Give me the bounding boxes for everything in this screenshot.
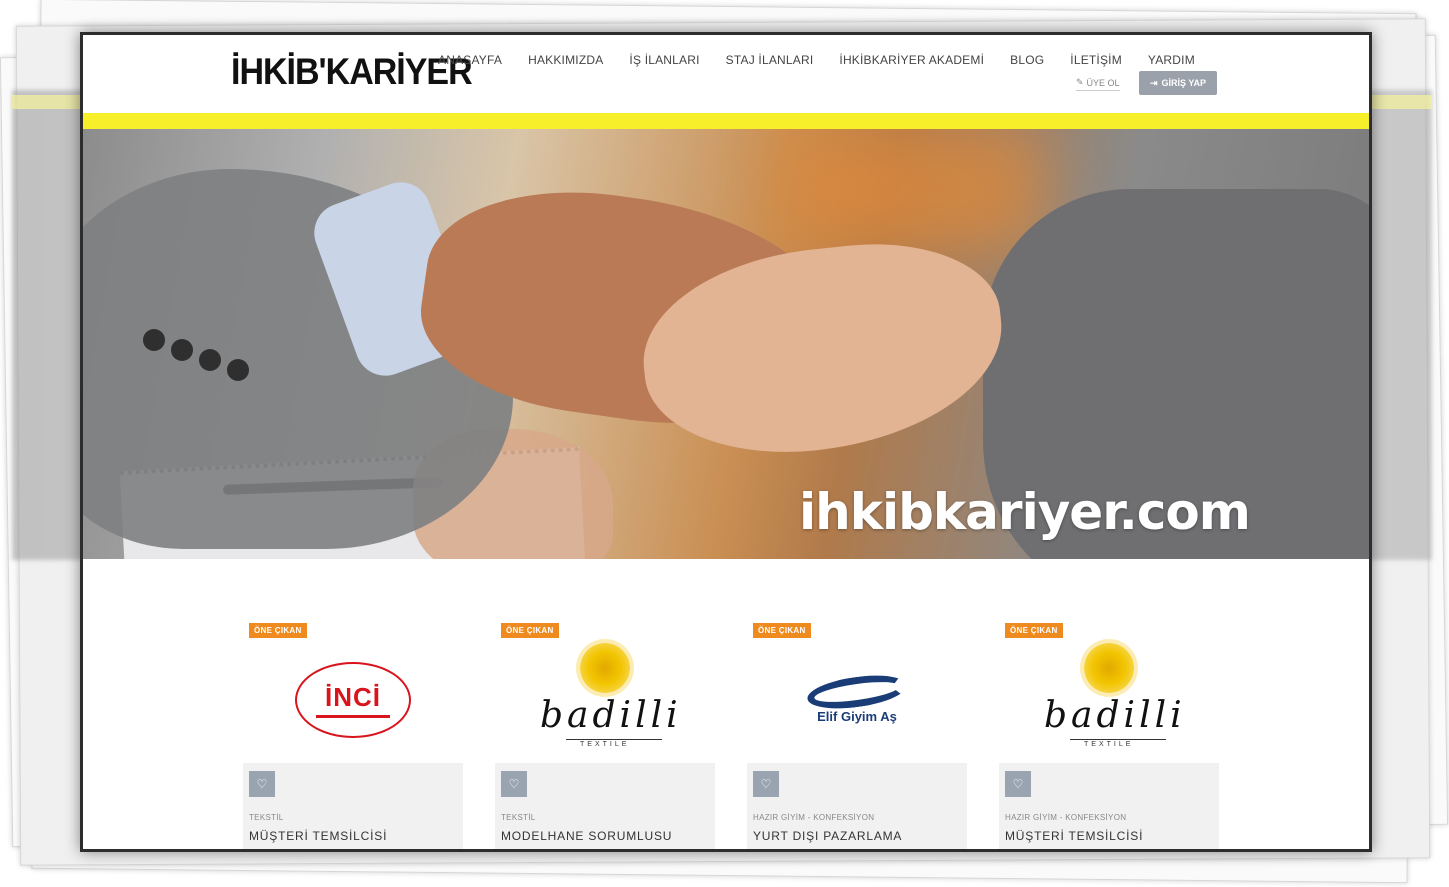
favorite-icon[interactable]: ♡ bbox=[1005, 771, 1031, 797]
login-label: GİRİŞ YAP bbox=[1161, 78, 1207, 88]
badilli-logo-text: badilli bbox=[1044, 695, 1186, 736]
inci-logo: İNCİ bbox=[295, 662, 411, 738]
badilli-logo: badilli TEXTILE bbox=[530, 641, 680, 759]
elif-giyim-logo: Elif Giyim Aş bbox=[805, 669, 909, 724]
nav-item-akademi[interactable]: İHKİBKARİYER AKADEMİ bbox=[839, 53, 984, 67]
inci-logo-text: İNCİ bbox=[325, 682, 381, 712]
elif-logo-text: Elif Giyim Aş bbox=[817, 708, 897, 724]
logo-underline bbox=[566, 739, 662, 740]
nav-item-yardim[interactable]: YARDIM bbox=[1148, 53, 1195, 67]
hero-site-url: ihkibkariyer.com bbox=[799, 483, 1251, 541]
nav-item-hakkimizda[interactable]: HAKKIMIZDA bbox=[528, 53, 603, 67]
nav-item-is-ilanlari[interactable]: İŞ İLANLARI bbox=[629, 53, 699, 67]
job-card[interactable]: ÖNE ÇIKAN badilli TEXTILE ♡ HAZIR GİYİM … bbox=[999, 623, 1219, 849]
featured-badge: ÖNE ÇIKAN bbox=[1005, 623, 1063, 638]
badilli-logo: badilli TEXTILE bbox=[1034, 641, 1184, 759]
accent-bar bbox=[83, 113, 1369, 129]
job-title[interactable]: YURT DIŞI PAZARLAMA bbox=[753, 829, 902, 843]
job-card[interactable]: ÖNE ÇIKAN Elif Giyim Aş ♡ HAZIR GİYİM - … bbox=[747, 623, 967, 849]
inci-logo-subline bbox=[316, 715, 390, 718]
sunflower-icon bbox=[580, 643, 630, 693]
job-card-info: ♡ TEKSTİL MÜŞTERİ TEMSİLCİSİ bbox=[243, 763, 463, 849]
company-logo[interactable]: İNCİ bbox=[243, 641, 463, 759]
favorite-icon[interactable]: ♡ bbox=[753, 771, 779, 797]
job-title[interactable]: MODELHANE SORUMLUSU bbox=[501, 829, 672, 843]
hero-sleeve-button bbox=[199, 349, 221, 371]
job-card-info: ♡ TEKSTİL MODELHANE SORUMLUSU bbox=[495, 763, 715, 849]
job-category: TEKSTİL bbox=[249, 813, 284, 822]
badilli-logo-sub: TEXTILE bbox=[1084, 741, 1134, 748]
company-logo[interactable]: Elif Giyim Aş bbox=[747, 641, 967, 759]
favorite-icon[interactable]: ♡ bbox=[249, 771, 275, 797]
job-card[interactable]: ÖNE ÇIKAN badilli TEXTILE ♡ TEKSTİL MODE… bbox=[495, 623, 715, 849]
job-card-info: ♡ HAZIR GİYİM - KONFEKSİYON MÜŞTERİ TEMS… bbox=[999, 763, 1219, 849]
job-category: TEKSTİL bbox=[501, 813, 536, 822]
website-screenshot: İHKİB'KARİYER ANASAYFA HAKKIMIZDA İŞ İLA… bbox=[80, 32, 1372, 852]
pencil-icon: ✎ bbox=[1076, 77, 1084, 87]
featured-badge: ÖNE ÇIKAN bbox=[753, 623, 811, 638]
sunflower-icon bbox=[1084, 643, 1134, 693]
job-card-info: ♡ HAZIR GİYİM - KONFEKSİYON YURT DIŞI PA… bbox=[747, 763, 967, 849]
nav-item-blog[interactable]: BLOG bbox=[1010, 53, 1044, 67]
nav-item-iletisim[interactable]: İLETİŞİM bbox=[1070, 53, 1122, 67]
logo-underline bbox=[1070, 739, 1166, 740]
swoosh-icon bbox=[805, 669, 909, 714]
job-card[interactable]: ÖNE ÇIKAN İNCİ ♡ TEKSTİL MÜŞTERİ TEMSİLC… bbox=[243, 623, 463, 849]
hero-banner: ihkibkariyer.com bbox=[83, 129, 1369, 559]
job-title[interactable]: MÜŞTERİ TEMSİLCİSİ bbox=[1005, 829, 1143, 843]
signup-label: ÜYE OL bbox=[1086, 77, 1120, 88]
featured-badge: ÖNE ÇIKAN bbox=[501, 623, 559, 638]
main-nav: ANASAYFA HAKKIMIZDA İŞ İLANLARI STAJ İLA… bbox=[438, 53, 1195, 67]
company-logo[interactable]: badilli TEXTILE bbox=[495, 641, 715, 759]
hero-sleeve-button bbox=[227, 359, 249, 381]
hero-sleeve-button bbox=[143, 329, 165, 351]
login-icon: ⇥ bbox=[1149, 77, 1158, 88]
hero-bg-blur bbox=[783, 129, 1043, 249]
signup-link[interactable]: ✎ ÜYE OL bbox=[1076, 77, 1120, 91]
site-header: İHKİB'KARİYER ANASAYFA HAKKIMIZDA İŞ İLA… bbox=[83, 35, 1369, 113]
login-button[interactable]: ⇥ GİRİŞ YAP bbox=[1139, 71, 1217, 95]
hero-sleeve-button bbox=[171, 339, 193, 361]
badilli-logo-sub: TEXTILE bbox=[580, 741, 630, 748]
job-category: HAZIR GİYİM - KONFEKSİYON bbox=[1005, 813, 1127, 822]
job-category: HAZIR GİYİM - KONFEKSİYON bbox=[753, 813, 875, 822]
nav-item-anasayfa[interactable]: ANASAYFA bbox=[438, 53, 502, 67]
job-title[interactable]: MÜŞTERİ TEMSİLCİSİ bbox=[249, 829, 387, 843]
featured-badge: ÖNE ÇIKAN bbox=[249, 623, 307, 638]
badilli-logo-text: badilli bbox=[540, 695, 682, 736]
featured-jobs: ÖNE ÇIKAN İNCİ ♡ TEKSTİL MÜŞTERİ TEMSİLC… bbox=[243, 623, 1223, 849]
nav-item-staj-ilanlari[interactable]: STAJ İLANLARI bbox=[726, 53, 814, 67]
favorite-icon[interactable]: ♡ bbox=[501, 771, 527, 797]
site-logo[interactable]: İHKİB'KARİYER bbox=[231, 51, 473, 94]
company-logo[interactable]: badilli TEXTILE bbox=[999, 641, 1219, 759]
